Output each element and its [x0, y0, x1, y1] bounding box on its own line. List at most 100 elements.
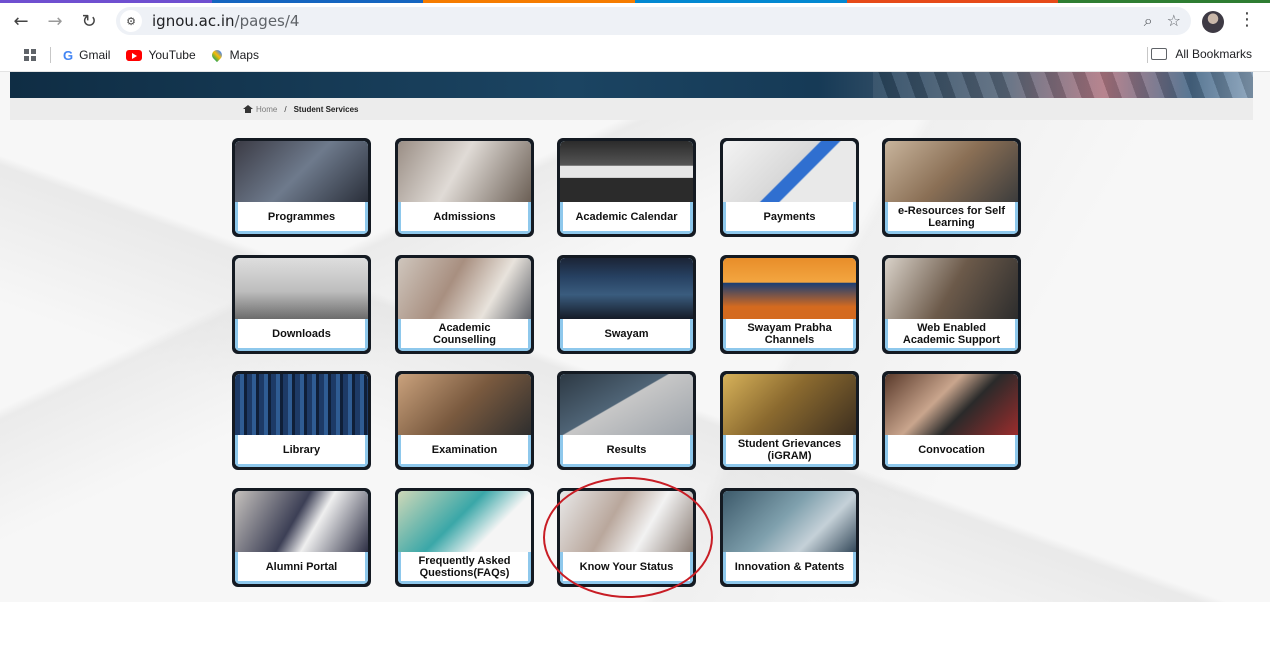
programmes-image [235, 141, 368, 202]
bookmark-gmail[interactable]: G Gmail [63, 48, 110, 63]
academic-calendar-image [560, 141, 693, 202]
know-your-status-image [560, 491, 693, 552]
tile-card: Programmes [235, 141, 368, 234]
tile-label: Innovation & Patents [723, 552, 856, 584]
student-grievances-image [723, 374, 856, 435]
swayam-prabha-image [723, 258, 856, 319]
tile-label: Web Enabled Academic Support [885, 319, 1018, 351]
tile-examination[interactable]: Examination [395, 371, 534, 470]
results-image [560, 374, 693, 435]
profile-avatar[interactable] [1202, 11, 1224, 33]
gmail-icon: G [63, 47, 74, 63]
home-icon [243, 105, 253, 113]
url-text[interactable]: ignou.ac.in/pages/4 [152, 12, 299, 30]
faqs-image [398, 491, 531, 552]
tile-label: Student Grievances (iGRAM) [723, 435, 856, 467]
tile-label: Examination [398, 435, 531, 467]
bookmark-label: Maps [229, 48, 259, 62]
tile-card: Swayam Prabha Channels [723, 258, 856, 351]
bookmark-youtube[interactable]: YouTube [126, 48, 196, 62]
tile-results[interactable]: Results [557, 371, 696, 470]
bookmark-label: YouTube [148, 48, 196, 62]
tile-label: Know Your Status [560, 552, 693, 584]
tile-label: Library [235, 435, 368, 467]
academic-counselling-image [398, 258, 531, 319]
tile-library[interactable]: Library [232, 371, 371, 470]
breadcrumb-home-link[interactable]: Home [243, 105, 277, 114]
tile-admissions[interactable]: Admissions [395, 138, 534, 237]
tile-label: Programmes [235, 202, 368, 234]
library-image [235, 374, 368, 435]
tile-label: Swayam Prabha Channels [723, 319, 856, 351]
reload-icon[interactable]: ↻ [76, 8, 102, 34]
tile-card: Payments [723, 141, 856, 234]
site-info-icon[interactable]: ⚙ [120, 10, 142, 32]
tile-e-resources[interactable]: e-Resources for Self Learning [882, 138, 1021, 237]
swayam-image [560, 258, 693, 319]
tile-label: Frequently Asked Questions(FAQs) [398, 552, 531, 584]
back-arrow-icon[interactable]: ← [8, 8, 34, 34]
tile-card: Results [560, 374, 693, 467]
admissions-image [398, 141, 531, 202]
omnibox-actions: ⌕ ☆ [1144, 11, 1181, 31]
downloads-image [235, 258, 368, 319]
url-path: /pages/4 [234, 12, 300, 30]
tile-card: Student Grievances (iGRAM) [723, 374, 856, 467]
tile-card: Alumni Portal [235, 491, 368, 584]
zoom-icon[interactable]: ⌕ [1144, 11, 1153, 31]
tile-card: Library [235, 374, 368, 467]
tile-card: Know Your Status [560, 491, 693, 584]
tile-swayam[interactable]: Swayam [557, 255, 696, 354]
tile-academic-calendar[interactable]: Academic Calendar [557, 138, 696, 237]
tile-alumni-portal[interactable]: Alumni Portal [232, 488, 371, 587]
bookmarks-bar: G Gmail YouTube Maps All Bookmarks [0, 39, 1270, 72]
tile-card: Academic Counselling [398, 258, 531, 351]
tile-know-your-status[interactable]: Know Your Status [557, 488, 696, 587]
tile-web-enabled-support[interactable]: Web Enabled Academic Support [882, 255, 1021, 354]
tile-payments[interactable]: Payments [720, 138, 859, 237]
tile-academic-counselling[interactable]: Academic Counselling [395, 255, 534, 354]
youtube-icon [126, 49, 143, 61]
bookmarks-divider [50, 47, 51, 63]
tile-card: Frequently Asked Questions(FAQs) [398, 491, 531, 584]
url-host: ignou.ac.in [152, 12, 235, 30]
browser-menu-icon[interactable]: ⋮ [1238, 9, 1256, 30]
tile-label: Academic Calendar [560, 202, 693, 234]
tile-label: Alumni Portal [235, 552, 368, 584]
tile-faqs[interactable]: Frequently Asked Questions(FAQs) [395, 488, 534, 587]
tile-card: e-Resources for Self Learning [885, 141, 1018, 234]
bookmark-maps[interactable]: Maps [209, 47, 259, 63]
forward-arrow-icon[interactable]: → [42, 8, 68, 34]
tile-card: Convocation [885, 374, 1018, 467]
all-bookmarks-label: All Bookmarks [1175, 47, 1252, 61]
tile-card: Swayam [560, 258, 693, 351]
e-resources-image [885, 141, 1018, 202]
tile-label: Admissions [398, 202, 531, 234]
all-bookmarks-button[interactable]: All Bookmarks [1151, 47, 1252, 61]
innovation-patents-image [723, 491, 856, 552]
maps-icon [209, 47, 224, 63]
examination-image [398, 374, 531, 435]
bookmark-label: Gmail [79, 48, 111, 62]
payments-image [723, 141, 856, 202]
address-bar[interactable]: ⚙ ignou.ac.in/pages/4 ⌕ ☆ [116, 7, 1191, 35]
tile-label: Downloads [235, 319, 368, 351]
tile-label: e-Resources for Self Learning [885, 202, 1018, 234]
apps-grid-icon[interactable] [24, 49, 36, 61]
tile-swayam-prabha[interactable]: Swayam Prabha Channels [720, 255, 859, 354]
bookmarks-divider [1147, 47, 1148, 63]
tile-programmes[interactable]: Programmes [232, 138, 371, 237]
browser-toolbar: ← → ↻ ⚙ ignou.ac.in/pages/4 ⌕ ☆ ⋮ [0, 3, 1270, 39]
breadcrumb-home-label: Home [256, 104, 278, 114]
tile-label: Academic Counselling [398, 319, 531, 351]
web-enabled-support-image [885, 258, 1018, 319]
header-banner-image [10, 72, 1253, 98]
page-content: Home / Student Services Programmes Admis… [0, 72, 1270, 602]
tile-student-grievances[interactable]: Student Grievances (iGRAM) [720, 371, 859, 470]
tile-innovation-patents[interactable]: Innovation & Patents [720, 488, 859, 587]
bookmark-star-icon[interactable]: ☆ [1167, 11, 1181, 31]
tile-card: Downloads [235, 258, 368, 351]
tile-card: Examination [398, 374, 531, 467]
tile-convocation[interactable]: Convocation [882, 371, 1021, 470]
tile-downloads[interactable]: Downloads [232, 255, 371, 354]
